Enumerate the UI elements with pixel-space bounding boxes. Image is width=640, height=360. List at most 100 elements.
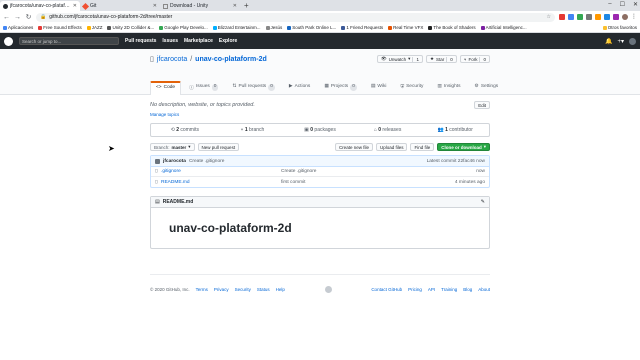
tab-title: jfcarocota/unav-co-plataform-2d xyxy=(10,3,71,9)
footer-link-contact[interactable]: Contact GitHub xyxy=(371,287,402,292)
bookmark-favicon-icon xyxy=(428,25,433,30)
bookmark-item[interactable]: Real Time VFX xyxy=(388,25,423,30)
tab-pull-requests[interactable]: ⇅ Pull requests 0 xyxy=(226,81,280,94)
maximize-icon[interactable]: ☐ xyxy=(620,1,625,8)
nav-marketplace[interactable]: Marketplace xyxy=(184,38,213,44)
repo-owner-link[interactable]: jfcarocota xyxy=(157,56,187,63)
create-new-icon[interactable]: +▾ xyxy=(617,38,624,45)
commit-author-link[interactable]: jfcarocota xyxy=(163,159,186,164)
bookmark-favicon-icon xyxy=(107,25,112,30)
tab-code[interactable]: <> Code xyxy=(150,81,182,95)
close-tab-icon[interactable]: ✕ xyxy=(233,3,237,9)
nav-explore[interactable]: Explore xyxy=(219,38,237,44)
other-bookmarks[interactable]: Otros favoritos xyxy=(602,25,637,30)
bookmark-item[interactable]: The Book of Shaders xyxy=(428,25,476,30)
footer-link-security[interactable]: Security xyxy=(235,287,251,292)
new-pull-request-button[interactable]: New pull request xyxy=(197,143,240,151)
bookmark-item[interactable]: Google Play Develo... xyxy=(159,25,208,30)
nav-issues[interactable]: Issues xyxy=(162,38,178,44)
footer-link-pricing[interactable]: Pricing xyxy=(408,287,422,292)
clone-download-button[interactable]: Clone or download ▾ xyxy=(437,143,490,151)
bookmark-item[interactable]: Blizzard Entertainm... xyxy=(212,25,261,30)
apps-grid-icon xyxy=(3,25,7,30)
footer-link-about[interactable]: About xyxy=(478,287,490,292)
branch-select[interactable]: Branch: master ▾ xyxy=(150,143,195,151)
browser-tab-git[interactable]: Git ✕ xyxy=(80,1,160,11)
close-tab-icon[interactable]: ✕ xyxy=(153,3,157,9)
pencil-icon[interactable]: ✎ xyxy=(481,199,485,205)
bookmark-item[interactable]: Jesús xyxy=(265,25,282,30)
manage-topics-link[interactable]: Manage topics xyxy=(150,112,490,117)
footer-link-privacy[interactable]: Privacy xyxy=(214,287,229,292)
create-new-file-button[interactable]: Create new file xyxy=(334,143,373,151)
readme-box: ▤ README.md ✎ unav-co-plataform-2d xyxy=(150,196,490,249)
file-commit-message[interactable]: Create .gitignore xyxy=(281,169,476,174)
browser-tab-github[interactable]: jfcarocota/unav-co-plataform-2d ✕ xyxy=(0,1,80,11)
back-icon[interactable]: ← xyxy=(3,14,10,21)
close-window-icon[interactable]: ✕ xyxy=(633,1,638,8)
bookmark-item[interactable]: Artificial Intelligenc... xyxy=(480,25,527,30)
file-commit-message[interactable]: first commit xyxy=(281,180,455,185)
bookmark-item[interactable]: Unity 2D Collider &... xyxy=(107,25,154,30)
search-input[interactable]: Search or jump to... xyxy=(19,37,119,45)
extension-icon[interactable] xyxy=(595,14,601,20)
minimize-icon[interactable]: – xyxy=(608,1,611,8)
upload-files-button[interactable]: Upload files xyxy=(375,143,408,151)
forward-icon[interactable]: → xyxy=(14,14,21,21)
footer-link-blog[interactable]: Blog xyxy=(463,287,472,292)
table-row[interactable]: ▯ README.md first commit 4 minutes ago xyxy=(151,177,489,187)
bookmark-item[interactable]: JAZZ xyxy=(86,25,102,30)
new-tab-button[interactable]: + xyxy=(240,1,253,11)
tab-issues[interactable]: ⓘ Issues 0 xyxy=(183,81,224,94)
tab-settings[interactable]: ⚙ Settings xyxy=(469,81,505,94)
bookmark-item[interactable]: Free Sound Effects xyxy=(38,25,82,30)
nav-pull-requests[interactable]: Pull requests xyxy=(125,38,156,44)
packages-link[interactable]: ▣ 0 packages xyxy=(286,127,354,133)
github-octocat-icon[interactable] xyxy=(324,286,332,293)
bookmark-item[interactable]: 1 Friend Requests xyxy=(341,25,383,30)
github-logo-icon[interactable] xyxy=(4,36,13,46)
fork-button[interactable]: ⑂ Fork 0 xyxy=(459,55,490,63)
footer-link-terms[interactable]: Terms xyxy=(196,287,208,292)
extension-icon[interactable] xyxy=(604,14,610,20)
repo-name-link[interactable]: unav-co-plataform-2d xyxy=(195,56,267,63)
extension-icon[interactable] xyxy=(577,14,583,20)
close-tab-icon[interactable]: ✕ xyxy=(73,3,77,9)
menu-dots-icon[interactable]: ⋮ xyxy=(631,14,637,20)
extension-icon[interactable] xyxy=(568,14,574,20)
unwatch-button[interactable]: 👁 Unwatch ▾ 1 xyxy=(376,55,423,63)
footer-link-help[interactable]: Help xyxy=(276,287,285,292)
commit-message-link[interactable]: Create .gitignore xyxy=(189,159,224,164)
file-name-link[interactable]: README.md xyxy=(161,180,281,185)
tab-projects[interactable]: ▦ Projects 0 xyxy=(318,81,363,94)
reload-icon[interactable]: ↻ xyxy=(25,13,32,21)
extension-icon[interactable] xyxy=(586,14,592,20)
bookmark-item[interactable]: Aplicaciones xyxy=(3,25,33,30)
commits-link[interactable]: ⟲ 2 commits xyxy=(151,127,219,133)
readme-header: ▤ README.md ✎ xyxy=(151,197,489,208)
edit-button[interactable]: Edit xyxy=(474,101,490,109)
footer-link-status[interactable]: Status xyxy=(257,287,270,292)
file-name-link[interactable]: .gitignore xyxy=(161,169,281,174)
tab-actions[interactable]: ▶ Actions xyxy=(283,81,316,94)
tab-security[interactable]: ⛨ Security xyxy=(394,81,429,94)
table-row[interactable]: ▯ .gitignore Create .gitignore now xyxy=(151,167,489,177)
find-file-button[interactable]: Find file xyxy=(410,143,435,151)
browser-tab-unity[interactable]: Download - Unity ✕ xyxy=(160,1,240,11)
extension-icon[interactable] xyxy=(613,14,619,20)
tab-wiki[interactable]: ▤ Wiki xyxy=(365,81,393,94)
profile-avatar-icon[interactable] xyxy=(622,14,628,20)
address-bar[interactable]: 🔒 github.com/jfcarocota/unav-co-platafor… xyxy=(36,12,555,22)
releases-link[interactable]: ⌂ 0 releases xyxy=(354,127,422,133)
contributors-link[interactable]: 👥 1 contributor xyxy=(421,127,489,133)
bookmark-star-icon[interactable]: ☆ xyxy=(547,14,551,20)
branches-link[interactable]: ⑂ 1 branch xyxy=(219,127,287,133)
avatar[interactable] xyxy=(629,37,636,45)
extension-icon[interactable] xyxy=(559,14,565,20)
bookmark-item[interactable]: South Park Online L... xyxy=(287,25,336,30)
footer-link-training[interactable]: Training xyxy=(441,287,457,292)
star-button[interactable]: ★ Star 0 xyxy=(425,55,457,63)
notifications-bell-icon[interactable]: 🔔 xyxy=(605,38,612,45)
tab-insights[interactable]: ▥ Insights xyxy=(431,81,466,94)
footer-link-api[interactable]: API xyxy=(428,287,435,292)
